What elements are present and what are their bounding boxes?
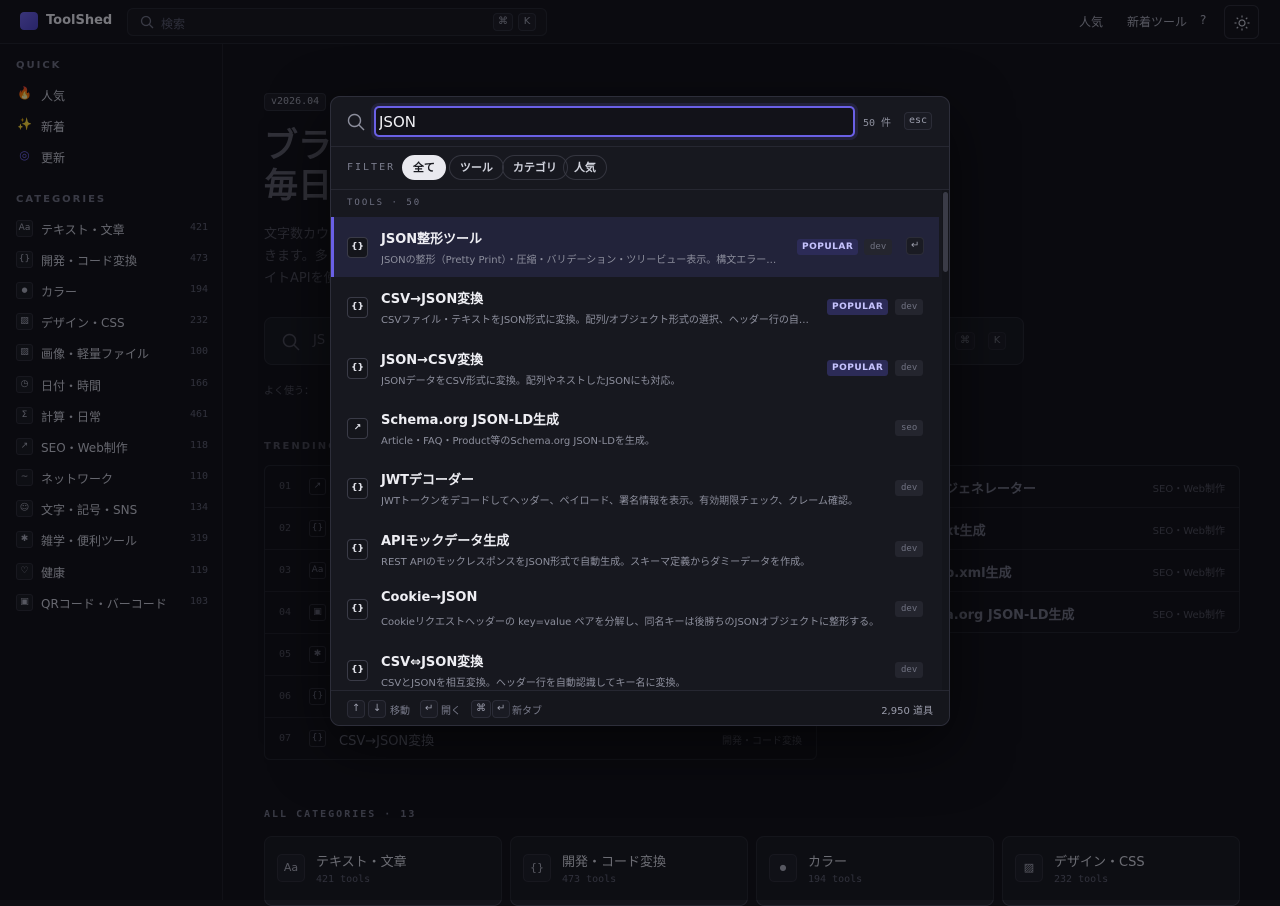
arrow-up-right-icon: ↗ — [347, 418, 368, 439]
braces-icon: {} — [347, 599, 368, 620]
result-item[interactable]: {} JSON整形ツール JSONの整形（Pretty Print）・圧縮・バリ… — [331, 217, 939, 277]
result-name: JWTデコーダー — [381, 473, 475, 488]
enter-key: ↵ — [492, 700, 511, 718]
braces-icon: {} — [347, 237, 368, 258]
category-tag: dev — [895, 601, 924, 617]
scrollbar-thumb[interactable] — [943, 192, 948, 272]
result-name: JSON→CSV変換 — [381, 353, 484, 368]
filter-tools[interactable]: ツール — [449, 155, 504, 180]
result-desc: Cookieリクエストヘッダーの key=value ペアを分解し、同名キーは後… — [381, 617, 880, 628]
esc-button[interactable]: esc — [904, 112, 933, 130]
arrow-down-key: ↓ — [368, 700, 387, 718]
popular-badge: POPULAR — [827, 299, 889, 315]
result-name: CSV→JSON変換 — [381, 292, 484, 307]
result-item[interactable]: {} CSV→JSON変換 CSVファイル・テキストをJSON形式に変換。配列/… — [331, 277, 939, 337]
result-name: Schema.org JSON-LD生成 — [381, 413, 560, 428]
filter-all[interactable]: 全て — [402, 155, 446, 180]
result-name: JSON整形ツール — [381, 232, 483, 247]
result-desc: Article・FAQ・Product等のSchema.org JSON-LDを… — [381, 436, 655, 447]
category-tag: dev — [895, 480, 924, 496]
result-desc: JSONの整形（Pretty Print）・圧縮・バリデーション・ツリービュー表… — [381, 255, 786, 266]
category-tag: dev — [895, 662, 924, 678]
result-desc: CSVとJSONを相互変換。ヘッダー行を自動認識してキー名に変換。 — [381, 678, 686, 689]
result-desc: CSVファイル・テキストをJSON形式に変換。配列/オブジェクト形式の選択、ヘッ… — [381, 315, 809, 326]
move-hint: 移動 — [390, 706, 410, 717]
result-item[interactable]: {} Cookie→JSON Cookieリクエストヘッダーの key=valu… — [331, 579, 939, 639]
category-tag: dev — [895, 541, 924, 557]
new-tab-hint: 新タブ — [512, 706, 542, 717]
result-name: Cookie→JSON — [381, 590, 478, 605]
result-name: CSV⇔JSON変換 — [381, 655, 484, 670]
filter-categories[interactable]: カテゴリ — [502, 155, 568, 180]
category-tag: seo — [895, 420, 924, 436]
search-modal: 50 件 esc FILTER 全て ツール カテゴリ 人気 TOOLS · 5… — [330, 96, 950, 726]
category-tag: dev — [895, 299, 924, 315]
braces-icon: {} — [347, 297, 368, 318]
tools-heading: TOOLS · 50 — [347, 198, 422, 208]
popular-badge: POPULAR — [797, 239, 859, 255]
filter-label: FILTER — [347, 162, 396, 173]
braces-icon: {} — [347, 358, 368, 379]
result-item[interactable]: {} APIモックデータ生成 REST APIのモックレスポンスをJSON形式で… — [331, 519, 939, 579]
total-tools-count: 2,950 道具 — [881, 706, 933, 717]
results-scrollbar[interactable] — [942, 190, 949, 690]
results-list: {} JSON整形ツール JSONの整形（Pretty Print）・圧縮・バリ… — [331, 217, 943, 691]
modal-search-input[interactable] — [374, 106, 855, 137]
result-item[interactable]: {} JWTデコーダー JWTトークンをデコードしてヘッダー、ペイロード、署名情… — [331, 458, 939, 518]
arrow-up-key: ↑ — [347, 700, 366, 718]
result-desc: REST APIのモックレスポンスをJSON形式で自動生成。スキーマ定義からダミ… — [381, 557, 811, 568]
filter-bar: FILTER 全て ツール カテゴリ 人気 — [331, 147, 949, 190]
braces-icon: {} — [347, 660, 368, 681]
enter-key-hint: ↵ — [906, 237, 925, 255]
braces-icon: {} — [347, 478, 368, 499]
result-count: 50 件 — [863, 118, 892, 129]
open-hint: 開く — [441, 706, 461, 717]
category-tag: dev — [864, 239, 893, 255]
enter-key: ↵ — [420, 700, 439, 718]
popular-badge: POPULAR — [827, 360, 889, 376]
cmd-key: ⌘ — [471, 700, 491, 718]
result-item[interactable]: {} JSON→CSV変換 JSONデータをCSV形式に変換。配列やネストしたJ… — [331, 338, 939, 398]
braces-icon: {} — [347, 539, 368, 560]
search-icon — [347, 113, 365, 131]
modal-search-bar: 50 件 esc — [331, 97, 949, 147]
result-desc: JWTトークンをデコードしてヘッダー、ペイロード、署名情報を表示。有効期限チェッ… — [381, 496, 858, 507]
result-item[interactable]: {} CSV⇔JSON変換 CSVとJSONを相互変換。ヘッダー行を自動認識して… — [331, 640, 939, 691]
result-item[interactable]: ↗ Schema.org JSON-LD生成 Article・FAQ・Produ… — [331, 398, 939, 458]
result-desc: JSONデータをCSV形式に変換。配列やネストしたJSONにも対応。 — [381, 376, 681, 387]
category-tag: dev — [895, 360, 924, 376]
modal-footer: ↑ ↓ 移動 ↵ 開く ⌘ ↵ 新タブ 2,950 道具 — [331, 690, 949, 725]
filter-popular[interactable]: 人気 — [563, 155, 607, 180]
result-name: APIモックデータ生成 — [381, 534, 510, 549]
